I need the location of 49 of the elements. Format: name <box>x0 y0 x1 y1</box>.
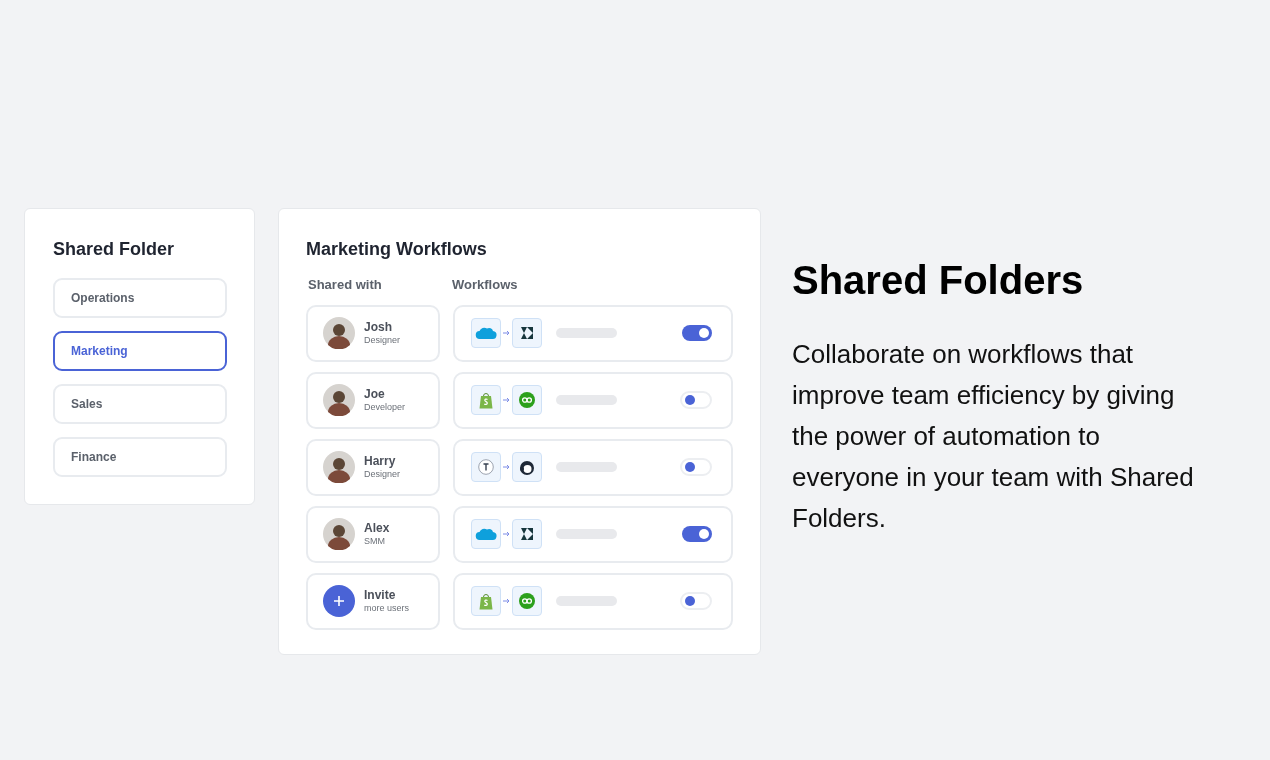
toggle-switch[interactable] <box>680 458 712 476</box>
toggle-switch[interactable] <box>680 592 712 610</box>
user-name: Josh <box>364 320 393 334</box>
plus-icon[interactable] <box>323 585 355 617</box>
avatar-icon <box>323 384 355 416</box>
column-header: Workflows <box>452 276 518 294</box>
arrow-icon <box>502 598 510 604</box>
cloud-icon <box>474 527 497 541</box>
workflow-card[interactable] <box>452 304 733 362</box>
arrow-icon <box>502 397 510 403</box>
feature-title: Shared Folders <box>792 257 1085 304</box>
avatar-icon <box>323 317 355 349</box>
user-card[interactable]: Harry Designer <box>306 438 440 496</box>
bag-icon <box>478 592 493 610</box>
feature-description: Collaborate on workflows that improve team efficiency by giving the power of automation to everyone in your team with Shared Folders. <box>792 338 1195 535</box>
folder-item[interactable]: Operations <box>53 278 227 318</box>
user-card[interactable]: Invite more users <box>306 572 440 630</box>
circle-logo-icon <box>518 593 535 609</box>
cloud-icon <box>474 326 497 340</box>
toggle-switch[interactable] <box>682 526 712 542</box>
toggle-switch[interactable] <box>682 325 712 341</box>
user-card[interactable]: Josh Designer <box>306 304 440 362</box>
folder-item[interactable]: Sales <box>53 384 227 424</box>
toggle-switch[interactable] <box>680 391 712 409</box>
arrow-icon <box>502 464 510 470</box>
user-name: Alex <box>364 521 390 535</box>
folder-item[interactable]: Finance <box>53 437 227 477</box>
arrow-icon <box>502 330 510 336</box>
avatar-icon <box>323 518 355 550</box>
user-name: Invite <box>364 588 397 602</box>
user-card[interactable]: Alex SMM <box>306 505 440 563</box>
panel-title: Marketing Workflows <box>306 238 488 261</box>
user-role: Developer <box>364 401 406 413</box>
panel-title: Shared Folder <box>53 238 176 261</box>
circle-logo-icon <box>518 392 535 408</box>
user-role: SMM <box>364 535 386 547</box>
workflow-card[interactable] <box>452 505 733 563</box>
bag-icon <box>478 391 493 409</box>
folder-item[interactable]: Marketing <box>53 331 227 371</box>
user-role: more users <box>364 602 409 614</box>
avatar-icon <box>323 451 355 483</box>
user-name: Joe <box>364 387 386 401</box>
arrow-icon <box>502 531 510 537</box>
user-role: Designer <box>364 334 401 346</box>
column-header: Shared with <box>307 276 383 294</box>
t-circle-icon <box>477 459 494 475</box>
user-role: Designer <box>364 468 401 480</box>
user-card[interactable]: Joe Developer <box>306 371 440 429</box>
user-name: Harry <box>364 454 397 468</box>
